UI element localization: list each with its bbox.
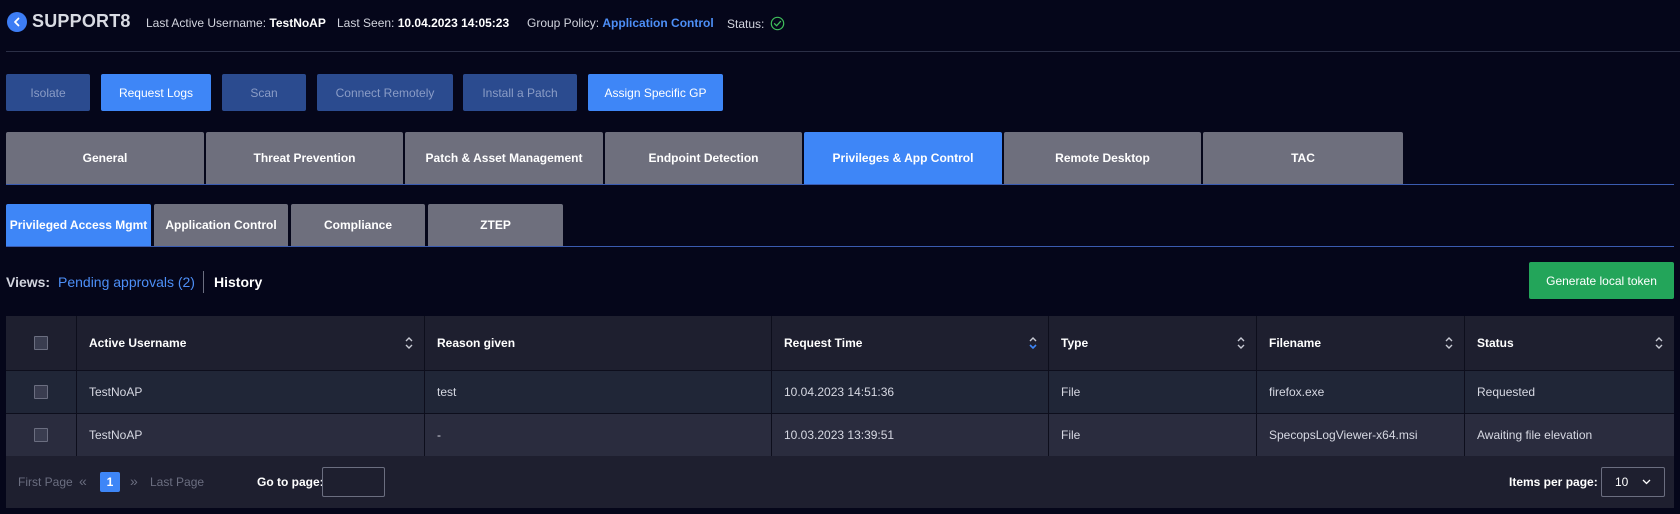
column-label: Request Time <box>784 336 863 350</box>
subtab-application-control[interactable]: Application Control <box>154 204 288 246</box>
tab-tac[interactable]: TAC <box>1203 132 1403 184</box>
device-status: Status: <box>727 16 785 31</box>
last-active-username: Last Active Username: TestNoAP <box>146 16 326 30</box>
select-all-checkbox[interactable] <box>34 336 48 350</box>
cell-reason: test <box>425 370 772 413</box>
group-policy-link[interactable]: Application Control <box>602 16 713 30</box>
view-history[interactable]: History <box>214 274 262 290</box>
last-seen-value: 10.04.2023 14:05:23 <box>397 16 510 30</box>
double-chevron-left-icon[interactable]: « <box>79 473 87 489</box>
items-per-page-value: 10 <box>1615 475 1629 489</box>
sub-tabs-divider <box>6 246 1674 247</box>
items-per-page-label: Items per page: <box>1509 475 1598 489</box>
first-page-link[interactable]: First Page <box>18 475 73 489</box>
column-header-username[interactable]: Active Username <box>77 316 425 370</box>
sort-descending-icon[interactable] <box>1028 335 1038 351</box>
group-policy-label: Group Policy: <box>527 16 600 30</box>
column-header-request-time[interactable]: Request Time <box>772 316 1049 370</box>
request-logs-button[interactable]: Request Logs <box>101 74 211 111</box>
row-select-cell <box>6 370 77 413</box>
chevron-left-icon <box>14 17 20 27</box>
device-name: SUPPORT8 <box>32 11 131 31</box>
column-header-reason: Reason given <box>425 316 772 370</box>
column-label: Active Username <box>89 336 187 350</box>
cell-filename: firefox.exe <box>1257 370 1465 413</box>
connect-remotely-button[interactable]: Connect Remotely <box>317 74 453 111</box>
view-pending-approvals[interactable]: Pending approvals (2) <box>58 274 195 290</box>
cell-type: File <box>1049 413 1257 456</box>
row-select-cell <box>6 413 77 456</box>
group-policy: Group Policy: Application Control <box>527 16 714 30</box>
last-active-value: TestNoAP <box>269 16 326 30</box>
cell-request-time: 10.04.2023 14:51:36 <box>772 370 1049 413</box>
top-header: SUPPORT8 Last Active Username: TestNoAP … <box>0 0 1680 46</box>
tab-general[interactable]: General <box>6 132 204 184</box>
cell-username: TestNoAP <box>77 370 425 413</box>
cell-status: Awaiting file elevation <box>1465 413 1674 456</box>
cell-reason: - <box>425 413 772 456</box>
tab-endpoint-detection[interactable]: Endpoint Detection <box>605 132 802 184</box>
subtab-privileged-access-mgmt[interactable]: Privileged Access Mgmt <box>6 204 151 246</box>
cell-type: File <box>1049 370 1257 413</box>
sort-icon[interactable] <box>1444 335 1454 351</box>
column-label: Reason given <box>437 336 516 350</box>
generate-local-token-button[interactable]: Generate local token <box>1529 262 1674 299</box>
column-label: Filename <box>1269 336 1322 350</box>
subtab-compliance[interactable]: Compliance <box>291 204 425 246</box>
cell-status: Requested <box>1465 370 1674 413</box>
last-page-link[interactable]: Last Page <box>150 475 204 489</box>
tab-patch-asset-management[interactable]: Patch & Asset Management <box>405 132 603 184</box>
sort-icon[interactable] <box>1654 335 1664 351</box>
last-seen-label: Last Seen: <box>337 16 395 30</box>
chevron-down-icon <box>1642 479 1651 485</box>
check-circle-icon <box>771 16 785 31</box>
column-header-status[interactable]: Status <box>1465 316 1674 370</box>
column-header-type[interactable]: Type <box>1049 316 1257 370</box>
header-divider <box>6 51 1680 52</box>
table-header-row: Active Username Reason given Request Tim… <box>6 316 1674 370</box>
cell-username: TestNoAP <box>77 413 425 456</box>
column-label: Status <box>1477 336 1514 350</box>
column-header-filename[interactable]: Filename <box>1257 316 1465 370</box>
column-label: Type <box>1061 336 1089 350</box>
items-per-page-select[interactable]: 10 <box>1601 467 1665 497</box>
isolate-button[interactable]: Isolate <box>6 74 90 111</box>
install-patch-button[interactable]: Install a Patch <box>463 74 577 111</box>
pagination-bar: First Page « 1 » Last Page Go to page: I… <box>6 456 1674 508</box>
page-number-current[interactable]: 1 <box>100 472 120 492</box>
back-button[interactable] <box>7 12 27 32</box>
table-row[interactable]: TestNoAP test 10.04.2023 14:51:36 File f… <box>6 370 1674 413</box>
assign-specific-gp-button[interactable]: Assign Specific GP <box>588 74 723 111</box>
last-seen: Last Seen: 10.04.2023 14:05:23 <box>337 16 509 30</box>
cell-request-time: 10.03.2023 13:39:51 <box>772 413 1049 456</box>
go-to-page-label: Go to page: <box>257 475 324 489</box>
status-label: Status: <box>727 17 765 31</box>
cell-filename: SpecopsLogViewer-x64.msi <box>1257 413 1465 456</box>
views-label: Views: <box>6 274 51 290</box>
tab-privileges-app-control[interactable]: Privileges & App Control <box>804 132 1002 184</box>
subtab-ztep[interactable]: ZTEP <box>428 204 563 246</box>
scan-button[interactable]: Scan <box>222 74 306 111</box>
last-active-label: Last Active Username: <box>146 16 267 30</box>
row-checkbox[interactable] <box>34 428 48 442</box>
sort-icon[interactable] <box>1236 335 1246 351</box>
header-select-cell <box>6 316 77 370</box>
go-to-page-input[interactable] <box>322 467 385 497</box>
sort-icon[interactable] <box>404 335 414 351</box>
tab-threat-prevention[interactable]: Threat Prevention <box>206 132 403 184</box>
tab-remote-desktop[interactable]: Remote Desktop <box>1004 132 1201 184</box>
row-checkbox[interactable] <box>34 385 48 399</box>
table-row[interactable]: TestNoAP - 10.03.2023 13:39:51 File Spec… <box>6 413 1674 456</box>
main-tabs-divider <box>6 184 1674 185</box>
views-separator <box>203 271 204 293</box>
double-chevron-right-icon[interactable]: » <box>130 473 138 489</box>
